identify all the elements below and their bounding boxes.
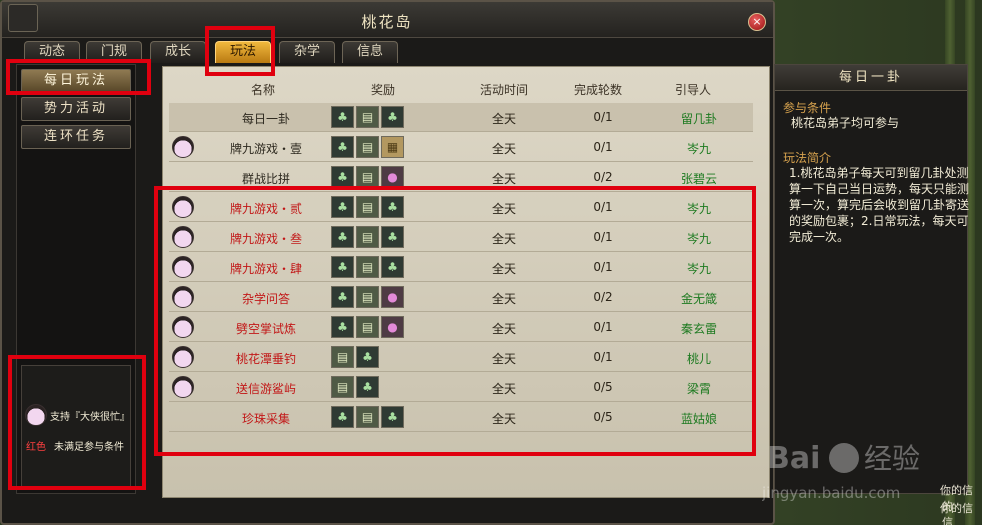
nav-faction[interactable]: 势力活动 <box>21 97 131 121</box>
book-reward-icon[interactable]: ▤ <box>356 106 379 128</box>
info-title: 每日一卦 <box>775 65 967 91</box>
scroll-reward-icon[interactable]: ▦ <box>381 136 404 158</box>
highlight-rows <box>154 186 756 456</box>
header-guide: 引导人 <box>674 83 711 97</box>
nav-chain[interactable]: 连环任务 <box>21 125 131 149</box>
highlight-tab <box>205 26 275 76</box>
intro-text: 1.桃花岛弟子每天可到留几卦处测算一下自己当日运势，每天只能测算一次，算完后会收… <box>789 166 970 244</box>
herb-reward-icon[interactable]: ♣ <box>331 166 354 188</box>
reward-slots: ♣ ▤ ♣ <box>331 106 411 128</box>
activity-time: 全天 <box>491 142 516 156</box>
window-title: 桃花岛 <box>361 13 413 31</box>
herb-reward-icon[interactable]: ♣ <box>381 106 404 128</box>
intro-heading: 玩法简介 <box>783 151 832 165</box>
reward-slots: ♣ ▤ ▦ <box>331 136 411 158</box>
gem-reward-icon[interactable]: ● <box>381 166 404 188</box>
guide-npc[interactable]: 张碧云 <box>669 170 729 187</box>
watermark-url: jingyan.baidu.com <box>762 484 900 502</box>
tab-growth[interactable]: 成长 <box>150 41 206 63</box>
baidu-watermark: Bai 经验 jingyan.baidu.com <box>762 441 920 502</box>
guide-npc[interactable]: 岑九 <box>669 140 729 157</box>
condition-heading: 参与条件 <box>783 101 832 115</box>
completed-rounds: 0/2 <box>593 170 613 184</box>
completed-rounds: 0/1 <box>593 140 613 154</box>
highlight-nav <box>6 59 151 95</box>
herb-reward-icon[interactable]: ♣ <box>331 106 354 128</box>
tab-info[interactable]: 信息 <box>342 41 398 63</box>
activity-time: 全天 <box>491 112 516 126</box>
book-reward-icon[interactable]: ▤ <box>356 136 379 158</box>
close-button[interactable]: × <box>748 13 766 31</box>
header-rounds: 完成轮数 <box>573 83 622 97</box>
guide-npc[interactable]: 留几卦 <box>669 110 729 127</box>
header-name: 名称 <box>250 83 275 97</box>
paw-icon <box>829 443 859 473</box>
tab-misc[interactable]: 杂学 <box>279 41 335 63</box>
activity-name: 牌九游戏・壹 <box>229 142 302 156</box>
highlight-note <box>8 355 146 490</box>
book-reward-icon[interactable]: ▤ <box>356 166 379 188</box>
activity-name: 每日一卦 <box>241 112 290 126</box>
watermark-brand-cn: 经验 <box>864 442 920 475</box>
condition-text: 桃花岛弟子均可参与 <box>791 116 900 130</box>
player-avatar[interactable] <box>8 4 38 32</box>
table-row[interactable]: 牌九游戏・壹 ♣ ▤ ▦ 全天 0/1 岑九 <box>169 133 753 162</box>
activity-name: 群战比拼 <box>241 172 290 186</box>
herb-reward-icon[interactable]: ♣ <box>331 136 354 158</box>
completed-rounds: 0/1 <box>593 110 613 124</box>
watermark-brand: Bai <box>767 441 820 476</box>
activity-time: 全天 <box>491 172 516 186</box>
header-time: 活动时间 <box>479 83 528 97</box>
table-row[interactable]: 每日一卦 ♣ ▤ ♣ 全天 0/1 留几卦 <box>169 103 753 132</box>
reward-slots: ♣ ▤ ● <box>331 166 411 188</box>
header-reward: 奖励 <box>370 83 395 97</box>
title-bar: 桃花岛 × <box>2 2 773 38</box>
